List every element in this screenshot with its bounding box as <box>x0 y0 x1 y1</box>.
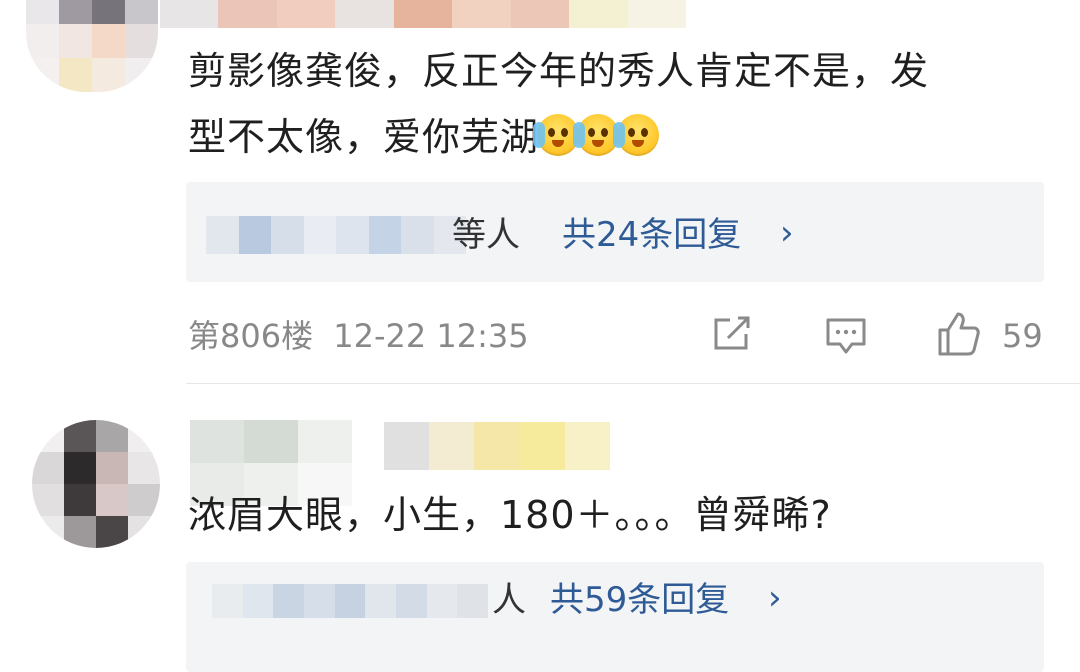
chevron-right-icon[interactable]: › <box>768 578 782 618</box>
username[interactable] <box>160 0 686 28</box>
reply-names-suffix: 人 <box>492 580 526 620</box>
reply-preview[interactable]: 人 共59条回复 › <box>186 562 1044 672</box>
floor-number: 第806楼 <box>188 317 314 355</box>
comment-item: 浓眉大眼，小生，180＋。。。曾舜晞? 人 共59条回复 › <box>0 384 1080 672</box>
reply-count-link[interactable]: 共24条回复 <box>562 215 741 255</box>
comment-text-line: 剪影像龚俊，反正今年的秀人肯定不是，发 <box>188 49 930 93</box>
user-badge <box>384 422 610 470</box>
reply-usernames <box>212 584 488 618</box>
like-icon[interactable] <box>934 310 982 358</box>
like-count: 59 <box>1002 317 1043 355</box>
comment-text: 浓眉大眼，小生，180＋。。。曾舜晞? <box>188 493 832 537</box>
avatar[interactable] <box>32 420 160 548</box>
reply-preview[interactable]: 等人 共24条回复 › <box>186 182 1044 282</box>
comment-icon[interactable] <box>824 316 868 356</box>
comment-item: 剪影像龚俊，反正今年的秀人肯定不是，发 型不太像，爱你芜湖 等人 共24条回复 … <box>0 0 1080 384</box>
comment-text-line: 型不太像，爱你芜湖 <box>188 106 660 168</box>
chevron-right-icon[interactable]: › <box>780 213 794 253</box>
timestamp: 12-22 12:35 <box>333 317 529 355</box>
reply-names-suffix: 等人 <box>452 215 520 255</box>
comment-text-part: 型不太像，爱你芜湖 <box>188 115 540 159</box>
reply-usernames <box>206 216 466 254</box>
share-icon[interactable] <box>710 314 754 354</box>
comment-meta: 第806楼 12-22 12:35 <box>188 316 529 356</box>
avatar[interactable] <box>26 0 158 92</box>
reply-count-link[interactable]: 共59条回复 <box>550 580 729 620</box>
crying-laughing-emoji-icon <box>613 114 660 156</box>
